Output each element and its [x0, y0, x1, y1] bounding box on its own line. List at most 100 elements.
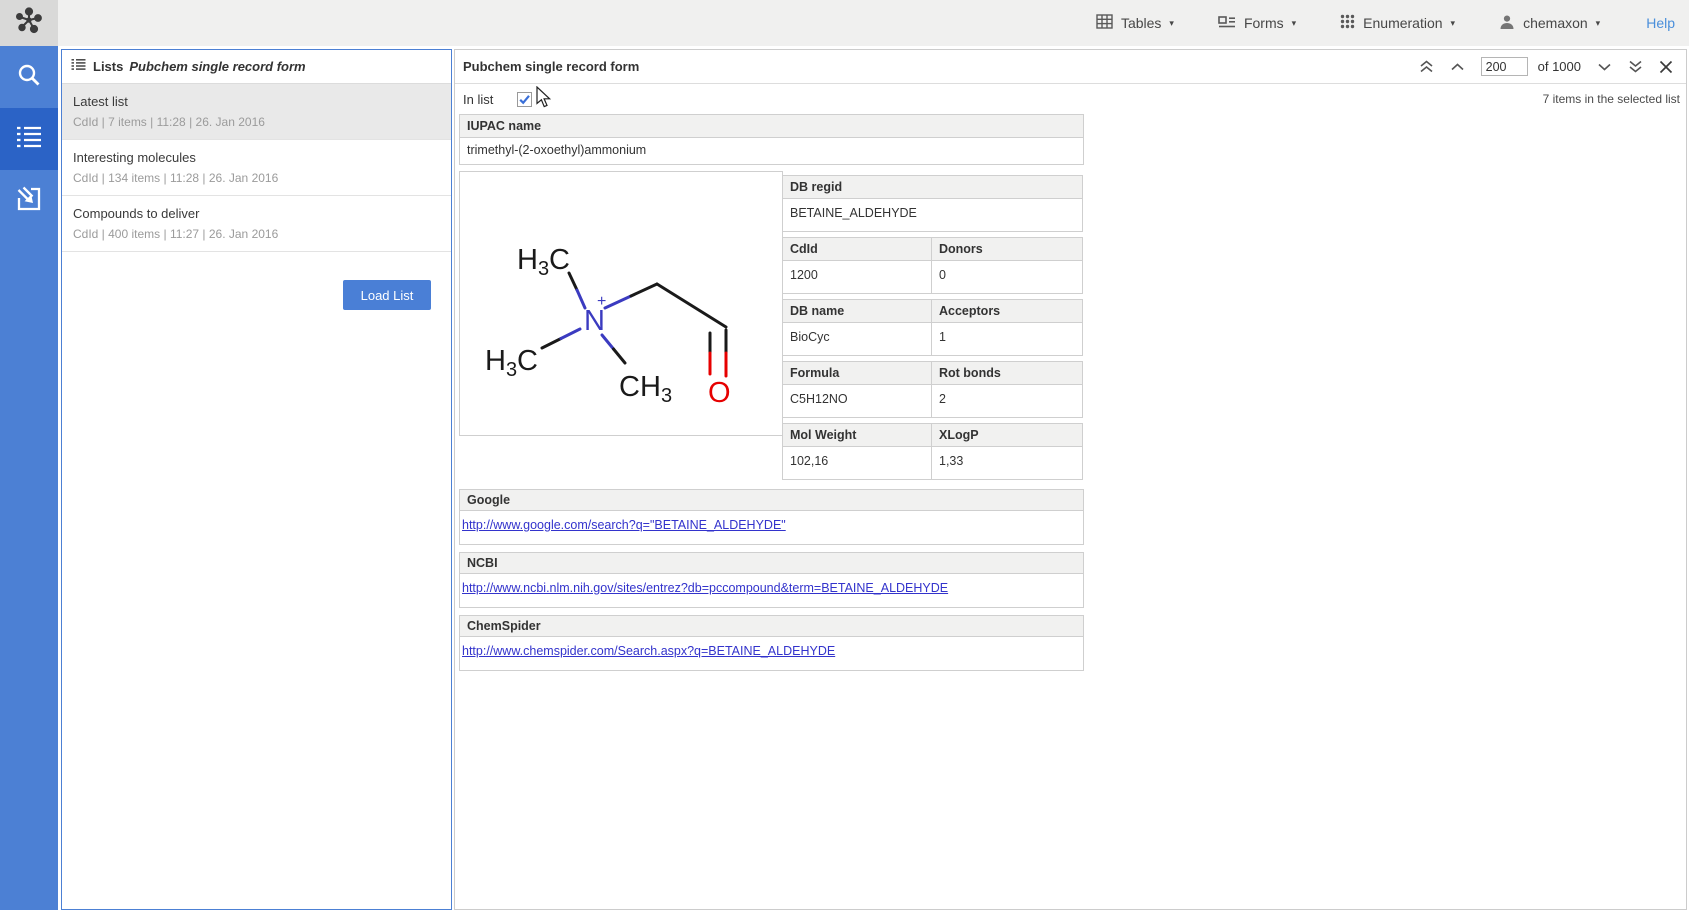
search-icon: [16, 62, 42, 93]
field-value: 2: [931, 385, 1082, 417]
atom-charge-plus: +: [597, 293, 606, 310]
tables-menu[interactable]: Tables ▾: [1096, 14, 1174, 32]
field-iupac-name: IUPAC name trimethyl-(2-oxoethyl)ammoniu…: [459, 114, 1084, 165]
list-item-name: Compounds to deliver: [73, 206, 443, 221]
list-item-meta: CdId | 7 items | 11:28 | 26. Jan 2016: [73, 115, 443, 129]
close-icon[interactable]: [1659, 60, 1673, 74]
forms-icon: [1218, 15, 1236, 32]
load-list-button[interactable]: Load List: [343, 280, 431, 310]
checkmark-icon: [521, 95, 530, 102]
selection-info: 7 items in the selected list: [1543, 92, 1686, 106]
field-value: 0: [931, 261, 1082, 293]
field-label: Mol Weight: [783, 424, 931, 446]
record-pager: of 1000: [1419, 57, 1673, 76]
ncbi-search-link[interactable]: http://www.ncbi.nlm.nih.gov/sites/entrez…: [462, 581, 948, 595]
in-list-label: In list: [463, 92, 493, 107]
form-toolbar: In list 7 items in the selected list: [455, 84, 1686, 114]
link-group-label: NCBI: [460, 553, 1083, 574]
forms-menu-label: Forms: [1244, 15, 1284, 31]
jump-up-button[interactable]: [1419, 60, 1434, 73]
list-item[interactable]: Latest list CdId | 7 items | 11:28 | 26.…: [62, 84, 451, 140]
list-item-meta: CdId | 400 items | 11:27 | 26. Jan 2016: [73, 227, 443, 241]
chemspider-search-link[interactable]: http://www.chemspider.com/Search.aspx?q=…: [462, 644, 835, 658]
sidebar-item-lists[interactable]: [0, 108, 58, 170]
lists-panel: Lists Pubchem single record form Latest …: [61, 49, 452, 910]
field-dbname-acceptors: DB name Acceptors BioCyc 1: [782, 299, 1083, 356]
field-label: Rot bonds: [931, 362, 1082, 384]
grid-dots-icon: [1340, 14, 1355, 32]
step-up-button[interactable]: [1450, 63, 1465, 71]
step-down-button[interactable]: [1597, 63, 1612, 71]
atom-oxygen: O: [708, 377, 731, 409]
top-navigation: Tables ▾ Forms ▾: [1096, 14, 1689, 33]
atom-h: H: [485, 345, 506, 377]
atom-c: C: [517, 345, 538, 377]
field-value: 1: [931, 323, 1082, 355]
field-value: 1,33: [931, 447, 1082, 479]
google-search-link[interactable]: http://www.google.com/search?q="BETAINE_…: [462, 518, 786, 532]
field-value: 102,16: [783, 447, 931, 479]
list-item-name: Interesting molecules: [73, 150, 443, 165]
chemaxon-logo[interactable]: [0, 0, 58, 46]
atom-h: H: [517, 244, 538, 276]
form-panel: Pubchem single record form of 1000: [454, 49, 1687, 910]
form-panel-header: Pubchem single record form of 1000: [455, 50, 1686, 84]
enumeration-menu[interactable]: Enumeration ▾: [1340, 14, 1455, 32]
field-value: C5H12NO: [783, 385, 931, 417]
help-link[interactable]: Help: [1646, 15, 1675, 31]
list-icon: [71, 58, 86, 76]
field-label: Formula: [783, 362, 931, 384]
list-item-meta: CdId | 134 items | 11:28 | 26. Jan 2016: [73, 171, 443, 185]
field-value: BioCyc: [783, 323, 931, 355]
lists-panel-title: Lists: [93, 59, 123, 74]
sidebar-item-search[interactable]: [0, 46, 58, 108]
form-panel-title: Pubchem single record form: [463, 59, 639, 74]
icon-sidebar: [0, 46, 58, 910]
jump-down-button[interactable]: [1628, 60, 1643, 73]
field-cdid-donors: CdId Donors 1200 0: [782, 237, 1083, 294]
field-molweight-xlogp: Mol Weight XLogP 102,16 1,33: [782, 423, 1083, 480]
top-bar: Tables ▾ Forms ▾: [0, 0, 1689, 46]
structure-section: H C H C C H 3 3 3 N + O: [459, 171, 1084, 485]
link-group-label: ChemSpider: [460, 616, 1083, 637]
atom-h: H: [640, 371, 661, 403]
user-menu-label: chemaxon: [1523, 15, 1588, 31]
field-label: DB regid: [783, 176, 1082, 199]
export-icon: [16, 186, 42, 217]
field-value: BETAINE_ALDEHYDE: [783, 199, 1082, 231]
atom-c: C: [549, 244, 570, 276]
list-item[interactable]: Compounds to deliver CdId | 400 items | …: [62, 196, 451, 252]
user-menu[interactable]: chemaxon ▾: [1499, 14, 1600, 33]
in-list-checkbox[interactable]: [517, 92, 532, 107]
link-group-google: Google http://www.google.com/search?q="B…: [459, 489, 1084, 545]
molecule-logo-icon: [13, 5, 45, 42]
table-icon: [1096, 14, 1113, 32]
link-group-chemspider: ChemSpider http://www.chemspider.com/Sea…: [459, 615, 1084, 671]
molecule-drawing: H C H C C H 3 3 3 N + O: [460, 172, 783, 436]
field-value: trimethyl-(2-oxoethyl)ammonium: [460, 138, 1083, 164]
field-label: Acceptors: [931, 300, 1082, 322]
record-number-input[interactable]: [1481, 57, 1528, 76]
external-links: Google http://www.google.com/search?q="B…: [459, 489, 1084, 671]
record-total-label: of 1000: [1538, 59, 1581, 74]
field-formula-rotbonds: Formula Rot bonds C5H12NO 2: [782, 361, 1083, 418]
caret-down-icon: ▾: [1596, 17, 1601, 29]
forms-menu[interactable]: Forms ▾: [1218, 15, 1296, 32]
atom-subscript: 3: [661, 385, 672, 407]
field-label: DB name: [783, 300, 931, 322]
caret-down-icon: ▾: [1292, 17, 1297, 29]
list-item-name: Latest list: [73, 94, 443, 109]
list-item[interactable]: Interesting molecules CdId | 134 items |…: [62, 140, 451, 196]
molecule-structure: H C H C C H 3 3 3 N + O: [459, 171, 783, 436]
caret-down-icon: ▾: [1451, 17, 1456, 29]
lists-panel-header: Lists Pubchem single record form: [62, 50, 451, 84]
form-content: IUPAC name trimethyl-(2-oxoethyl)ammoniu…: [459, 114, 1084, 671]
link-group-label: Google: [460, 490, 1083, 511]
user-icon: [1499, 14, 1515, 33]
sidebar-item-export[interactable]: [0, 170, 58, 232]
caret-down-icon: ▾: [1169, 17, 1174, 29]
atom-subscript: 3: [506, 359, 517, 381]
enumeration-menu-label: Enumeration: [1363, 15, 1442, 31]
list-icon: [16, 125, 42, 154]
field-label: XLogP: [931, 424, 1082, 446]
